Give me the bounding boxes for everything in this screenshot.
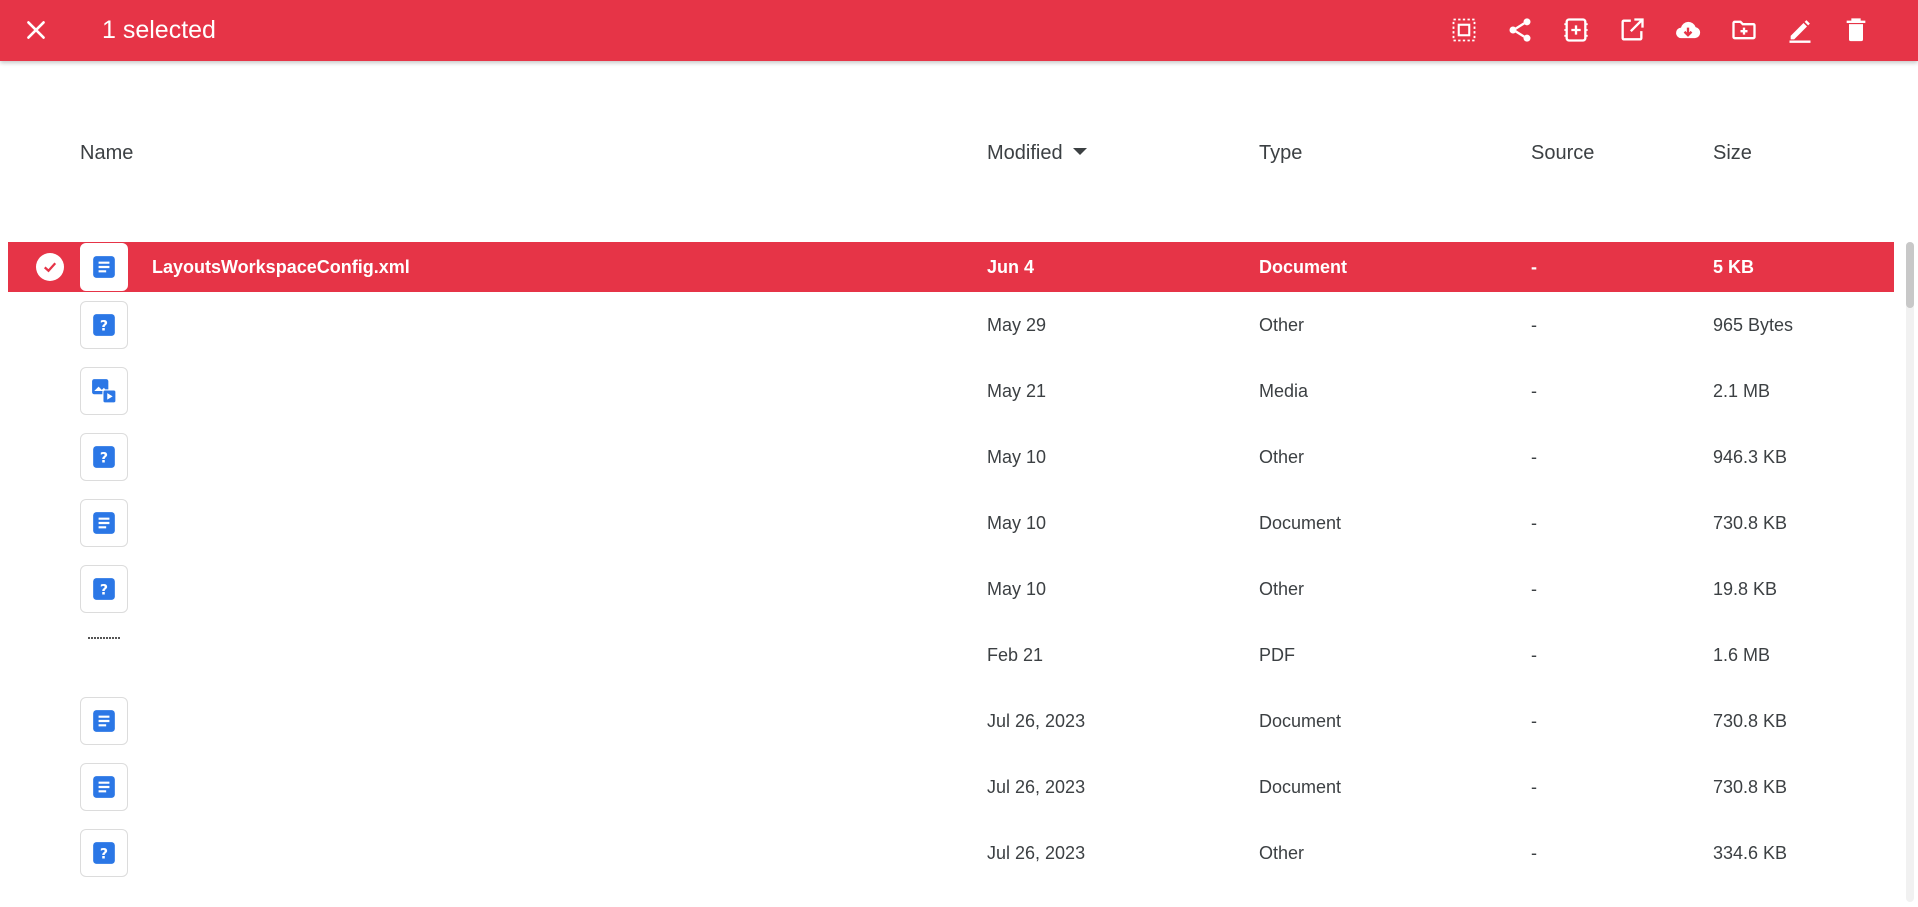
download-button[interactable] [1660,10,1716,50]
share-button[interactable] [1492,10,1548,50]
close-selection-button[interactable] [18,12,54,48]
vertical-scrollbar[interactable] [1906,242,1914,902]
svg-text:?: ? [100,582,108,598]
close-icon [27,21,45,39]
unknown-file-icon: ? [80,433,128,481]
file-type: Document [1259,711,1342,731]
table-header: Name Modified Type Source Size [0,130,1900,180]
table-row[interactable]: Jul 26, 2023 Document - 730.8 KB [0,754,1900,820]
rename-button[interactable] [1772,10,1828,50]
pdf-preview-text [88,637,120,639]
move-to-folder-button[interactable] [1716,10,1772,50]
file-size: 2.1 MB [1713,381,1771,401]
file-source: - [1531,315,1537,335]
file-modified: Jul 26, 2023 [987,711,1086,731]
trash-icon [1846,18,1866,42]
file-size: 965 Bytes [1713,315,1794,335]
unknown-file-icon: ? [80,565,128,613]
file-type: Other [1259,447,1305,467]
file-source: - [1531,645,1537,665]
file-type: Other [1259,579,1305,599]
file-size: 5 KB [1713,257,1755,277]
svg-text:?: ? [100,450,108,466]
pdf-thumbnail [80,631,128,679]
table-row[interactable]: Jul 26, 2023 Document - 730.8 KB [0,688,1900,754]
table-row[interactable]: ? May 10 Other - 946.3 KB [0,424,1900,490]
file-modified: May 10 [987,513,1047,533]
scrollbar-thumb[interactable] [1906,242,1914,308]
file-type: Document [1259,513,1342,533]
column-header-source[interactable]: Source [1531,142,1594,165]
table-row[interactable]: May 10 Document - 730.8 KB [0,490,1900,556]
file-size: 946.3 KB [1713,447,1788,467]
select-all-icon [1452,18,1476,42]
file-modified: May 10 [987,579,1047,599]
file-size: 1.6 MB [1713,645,1771,665]
table-row-selected[interactable]: LayoutsWorkspaceConfig.xml Jun 4 Documen… [8,242,1894,292]
column-header-modified[interactable]: Modified [987,142,1087,165]
file-modified: May 29 [987,315,1047,335]
sort-descending-icon [1072,148,1087,156]
unknown-file-icon: ? [80,301,128,349]
file-modified: Jul 26, 2023 [987,777,1086,797]
file-source: - [1531,579,1537,599]
pencil-icon [1789,20,1811,43]
open-external-button[interactable] [1604,10,1660,50]
cloud-download-icon [1676,21,1701,39]
document-icon [80,499,128,547]
file-size: 19.8 KB [1713,579,1778,599]
file-source: - [1531,381,1537,401]
file-type: Document [1259,257,1348,277]
file-size: 334.6 KB [1713,843,1788,863]
toolbar-actions [1436,10,1884,50]
file-source: - [1531,777,1537,797]
file-name: LayoutsWorkspaceConfig.xml [152,257,410,277]
selection-count: 1 selected [102,16,216,44]
media-icon [80,367,128,415]
document-icon [80,763,128,811]
svg-text:?: ? [100,846,108,862]
column-header-size[interactable]: Size [1713,142,1752,165]
share-icon [1509,18,1531,42]
file-source: - [1531,447,1537,467]
table-row[interactable]: ? Jul 26, 2023 Other - 334.6 KB [0,820,1900,886]
table-row[interactable]: ? May 29 Other - 965 Bytes [0,292,1900,358]
column-header-modified-label: Modified [987,142,1063,164]
selected-check-icon[interactable] [36,253,64,281]
file-size: 730.8 KB [1713,711,1788,731]
svg-text:?: ? [100,318,108,334]
table-row[interactable]: ? May 10 Other - 19.8 KB [0,556,1900,622]
file-size: 730.8 KB [1713,777,1788,797]
unknown-file-icon: ? [80,829,128,877]
file-type: Other [1259,315,1305,335]
table-row[interactable]: May 21 Media - 2.1 MB [0,358,1900,424]
file-modified: May 10 [987,447,1047,467]
file-type: Media [1259,381,1309,401]
select-all-button[interactable] [1436,10,1492,50]
file-type: Other [1259,843,1305,863]
column-header-type[interactable]: Type [1259,142,1302,165]
add-to-button[interactable] [1548,10,1604,50]
file-modified: May 21 [987,381,1047,401]
file-source: - [1531,711,1537,731]
file-source: - [1531,257,1537,277]
table-row[interactable]: Feb 21 PDF - 1.6 MB [0,622,1900,688]
file-modified: Jul 26, 2023 [987,843,1086,863]
open-in-new-icon [1621,18,1644,41]
file-size: 730.8 KB [1713,513,1788,533]
file-type: Document [1259,777,1342,797]
file-type: PDF [1259,645,1295,665]
folder-plus-icon [1732,20,1756,40]
file-source: - [1531,513,1537,533]
file-modified: Feb 21 [987,645,1044,665]
document-icon [80,697,128,745]
column-header-name[interactable]: Name [80,142,133,165]
file-source: - [1531,843,1537,863]
file-modified: Jun 4 [987,257,1035,277]
selection-toolbar: 1 selected [0,0,1918,61]
delete-button[interactable] [1828,10,1884,50]
add-box-icon [1564,18,1588,42]
document-icon [80,243,128,291]
